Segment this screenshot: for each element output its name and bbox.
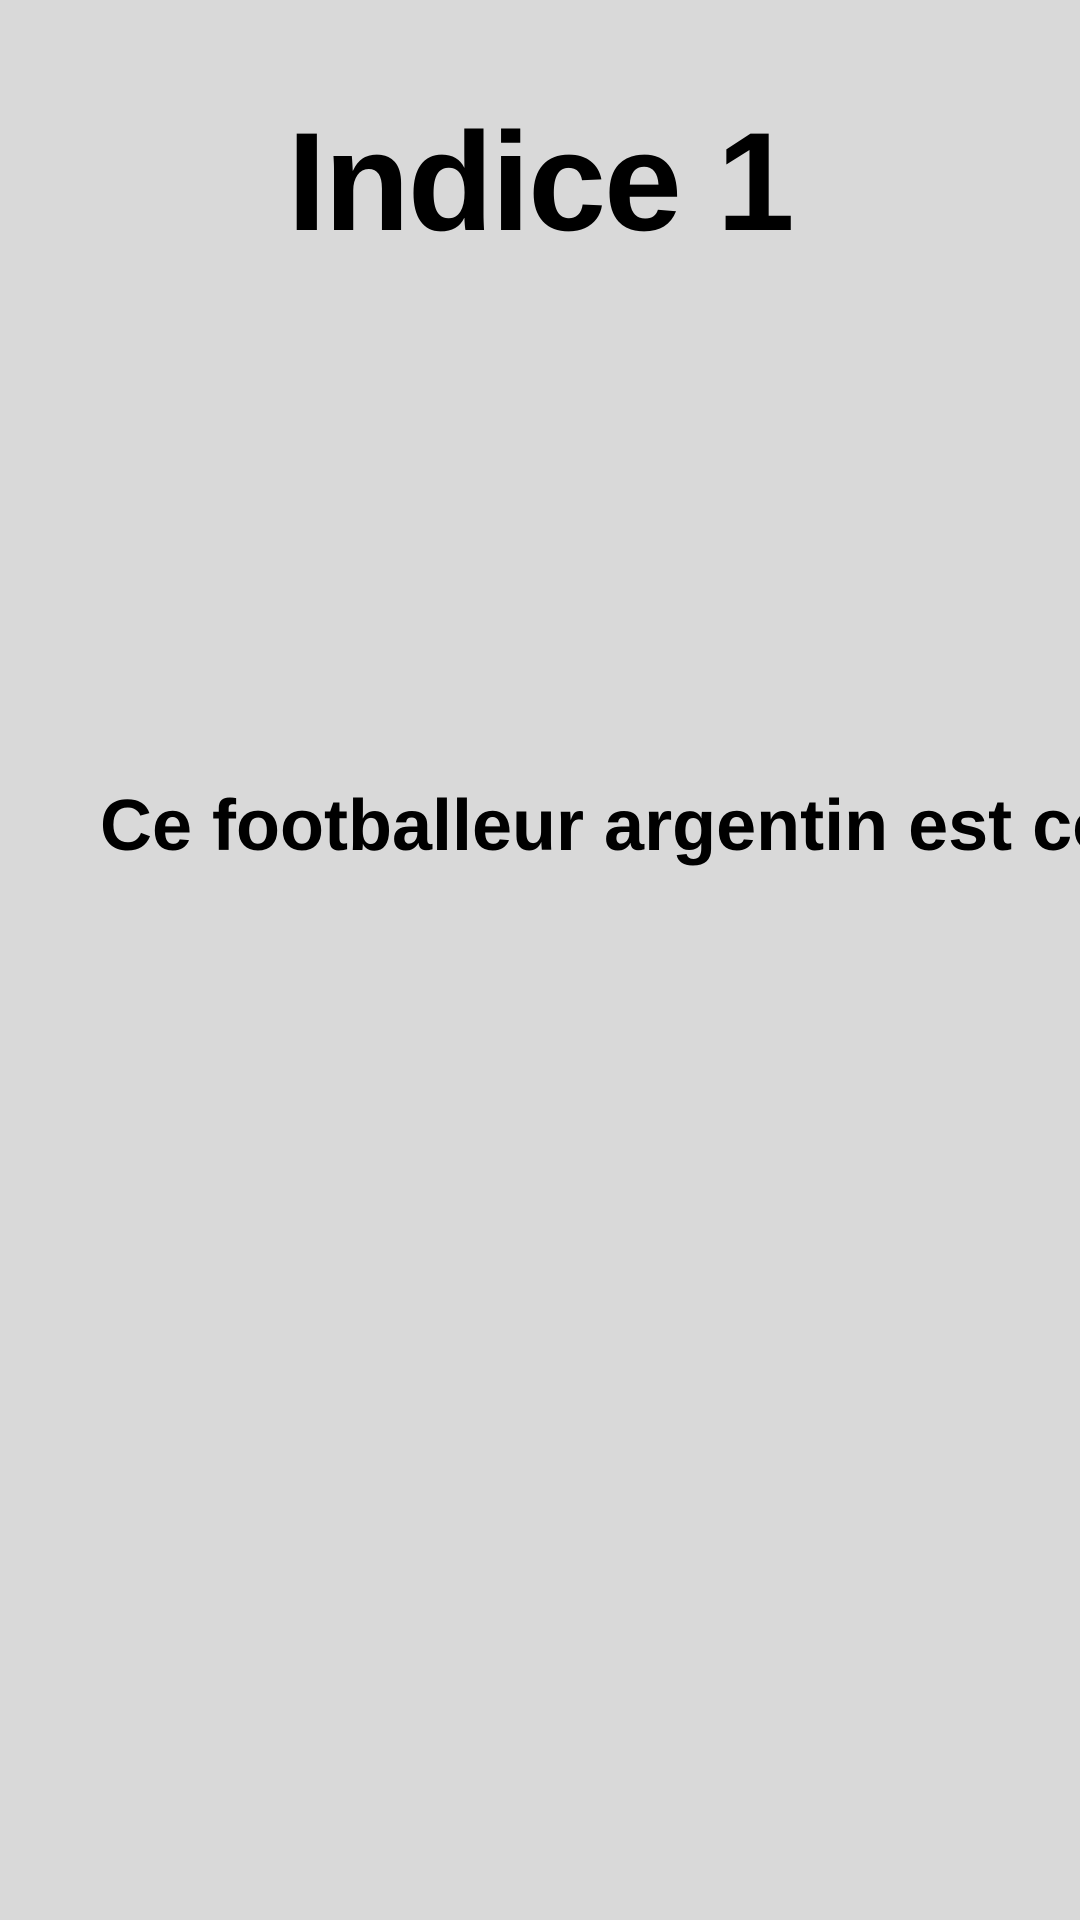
clue-container: Ce footballeur argentin est co (0, 785, 1080, 885)
clue-title: Indice 1 (287, 103, 794, 260)
clue-text: Ce footballeur argentin est co (100, 786, 1080, 866)
